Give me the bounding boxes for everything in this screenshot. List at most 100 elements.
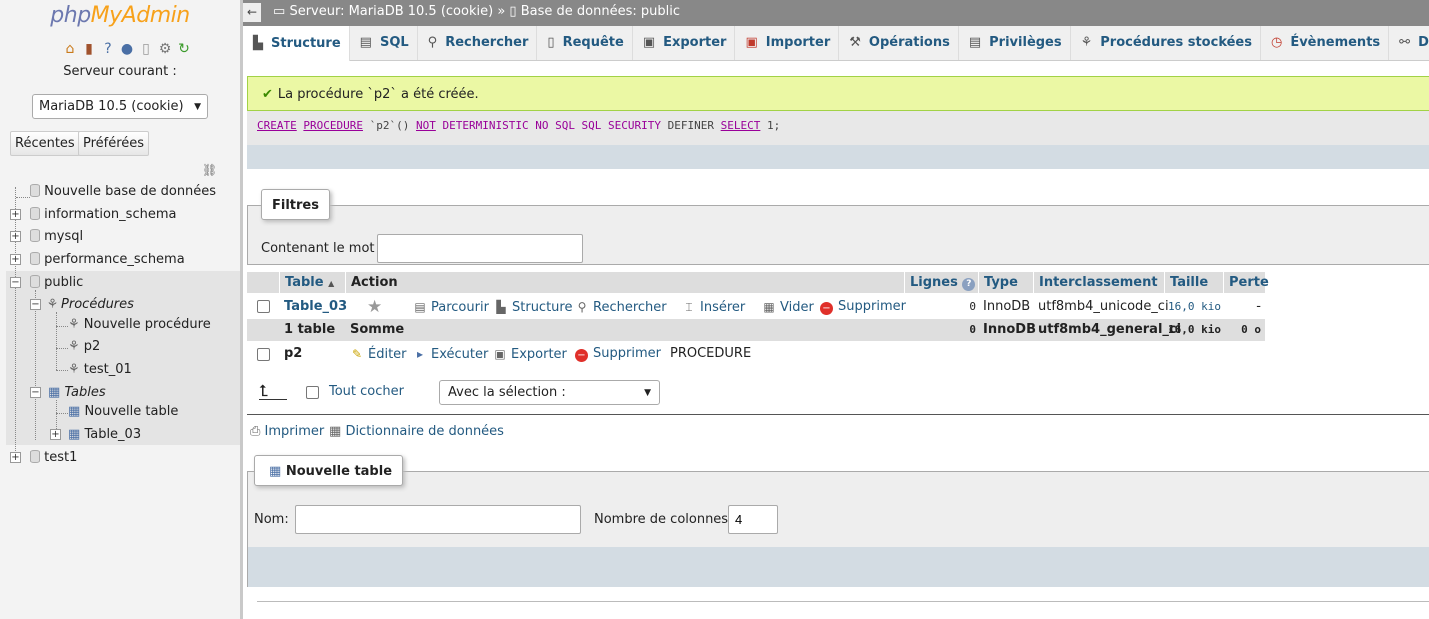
docs-icon[interactable]: ● bbox=[119, 41, 135, 57]
tree-line bbox=[56, 370, 68, 371]
tab-label: Opérations bbox=[868, 35, 950, 50]
sql-keyword[interactable]: PROCEDURE bbox=[303, 119, 363, 132]
drop-label: Supprimer bbox=[593, 346, 661, 361]
columns-count-input[interactable] bbox=[728, 505, 778, 534]
browse-link[interactable]: ▤ Parcourir bbox=[413, 295, 489, 319]
tree-new-table[interactable]: ▦ Nouvelle table bbox=[68, 402, 178, 422]
breadcrumb-server[interactable]: Serveur: MariaDB 10.5 (cookie) bbox=[289, 4, 493, 19]
search-label: Rechercher bbox=[593, 300, 667, 315]
browse-label: Parcourir bbox=[431, 300, 489, 315]
tab-export[interactable]: ▣ Exporter bbox=[633, 26, 736, 60]
page-icon[interactable]: ▯ bbox=[138, 41, 154, 57]
favorite-star-icon[interactable]: ★ bbox=[367, 295, 382, 319]
col-header-type[interactable]: Type bbox=[978, 272, 1033, 293]
col-header-table[interactable]: Table ▲ bbox=[279, 272, 345, 293]
col-header-collation[interactable]: Interclassement bbox=[1033, 272, 1164, 293]
check-all-checkbox[interactable] bbox=[306, 386, 319, 399]
sql-keyword[interactable]: NOT bbox=[416, 119, 436, 132]
expand-icon[interactable]: + bbox=[10, 254, 21, 265]
col-header-overhead[interactable]: Perte bbox=[1223, 272, 1269, 293]
sql-keyword[interactable]: CREATE bbox=[257, 119, 297, 132]
tree-new-database[interactable]: Nouvelle base de données bbox=[30, 182, 216, 202]
logout-icon[interactable]: ▮ bbox=[81, 41, 97, 57]
tab-privileges[interactable]: ▤ Privilèges bbox=[959, 26, 1071, 60]
recent-button[interactable]: Récentes bbox=[10, 131, 80, 156]
expand-icon[interactable]: + bbox=[10, 209, 21, 220]
structure-link[interactable]: ▙ Structure bbox=[494, 295, 572, 319]
expand-icon[interactable]: + bbox=[10, 452, 21, 463]
sql-keyword[interactable]: SELECT bbox=[721, 119, 761, 132]
database-icon: ▯ bbox=[509, 4, 517, 19]
tree-db-mysql[interactable]: mysql bbox=[30, 227, 83, 247]
summary-count: 1 table bbox=[284, 322, 336, 337]
tree-procedures-group[interactable]: ⚘ Procédures bbox=[48, 295, 134, 315]
routine-edit-link[interactable]: ✎ Éditer bbox=[350, 342, 407, 366]
execute-label: Exécuter bbox=[431, 347, 489, 362]
back-arrow-icon[interactable]: ← bbox=[243, 3, 261, 22]
reload-icon[interactable]: ↻ bbox=[176, 41, 192, 57]
summary-collation: utf8mb4_general_ci bbox=[1038, 322, 1182, 337]
structure-icon: ▙ bbox=[496, 300, 506, 314]
col-header-size[interactable]: Taille bbox=[1164, 272, 1223, 293]
tab-label: Exporter bbox=[663, 35, 727, 50]
link-icon[interactable]: ⛓ bbox=[202, 163, 217, 177]
expand-icon[interactable]: + bbox=[50, 429, 61, 440]
breadcrumb-database[interactable]: Base de données: public bbox=[521, 4, 680, 19]
collapse-icon[interactable]: − bbox=[30, 387, 41, 398]
routine-execute-link[interactable]: ▸ Exécuter bbox=[413, 342, 488, 366]
check-all-label[interactable]: Tout cocher bbox=[329, 384, 404, 399]
divider bbox=[247, 414, 1429, 415]
collapse-icon[interactable]: − bbox=[10, 277, 21, 288]
tree-db-performance-schema[interactable]: performance_schema bbox=[30, 250, 185, 270]
tab-import[interactable]: ▣ Importer bbox=[735, 26, 840, 60]
with-selected-select[interactable]: Avec la sélection : ▼ bbox=[439, 380, 660, 405]
filter-input[interactable] bbox=[377, 234, 583, 263]
size-value[interactable]: 16,0 kio bbox=[1168, 295, 1221, 319]
tree-tables-group[interactable]: ▦ Tables bbox=[48, 383, 106, 403]
tree-db-information-schema[interactable]: information_schema bbox=[30, 205, 176, 225]
sql-definer: DEFINER bbox=[667, 119, 715, 132]
tree-table-03[interactable]: ▦ Table_03 bbox=[68, 425, 141, 445]
tree-new-procedure[interactable]: ⚘ Nouvelle procédure bbox=[68, 315, 211, 335]
home-icon[interactable]: ⌂ bbox=[62, 41, 78, 57]
tab-sql[interactable]: ▤ SQL bbox=[350, 26, 418, 60]
database-icon bbox=[30, 229, 40, 242]
tab-operations[interactable]: ⚒ Opérations bbox=[839, 26, 959, 60]
tree-procedure-p2[interactable]: ⚘ p2 bbox=[68, 337, 100, 357]
insert-link[interactable]: ⌶ Insérer bbox=[682, 295, 745, 319]
tree-db-public[interactable]: public bbox=[30, 273, 83, 293]
engine-value: InnoDB bbox=[983, 299, 1031, 314]
tab-search[interactable]: ⚲ Rechercher bbox=[418, 26, 538, 60]
empty-link[interactable]: ▦ Vider bbox=[762, 295, 814, 319]
tab-structure[interactable]: ▙ Structure bbox=[243, 26, 350, 61]
drop-link[interactable]: − Supprimer bbox=[820, 295, 906, 319]
tree-db-test1[interactable]: test1 bbox=[30, 448, 77, 468]
data-dictionary-link[interactable]: ▦ Dictionnaire de données bbox=[329, 424, 504, 439]
tab-routines[interactable]: ⚘ Procédures stockées bbox=[1071, 26, 1261, 60]
phpmyadmin-logo[interactable]: phpMyAdmin bbox=[0, 3, 240, 28]
database-icon bbox=[30, 252, 40, 265]
search-link[interactable]: ⚲ Rechercher bbox=[575, 295, 667, 319]
routine-checkbox[interactable] bbox=[257, 348, 270, 361]
col-header-rows[interactable]: Lignes ? bbox=[904, 272, 978, 293]
table-new-icon: ▦ bbox=[269, 464, 282, 479]
tab-query[interactable]: ▯ Requête bbox=[537, 26, 633, 60]
help-icon[interactable]: ? bbox=[100, 41, 116, 57]
table-name-link[interactable]: Table_03 bbox=[284, 295, 347, 319]
server-select[interactable]: MariaDB 10.5 (cookie) ▼ bbox=[32, 94, 208, 119]
tree-procedure-test-01[interactable]: ⚘ test_01 bbox=[68, 360, 132, 380]
tab-triggers[interactable]: ⚯ Dé bbox=[1389, 26, 1429, 60]
help-icon[interactable]: ? bbox=[962, 278, 976, 291]
expand-icon[interactable]: + bbox=[10, 231, 21, 242]
nav-resizer[interactable] bbox=[240, 0, 243, 619]
routine-drop-link[interactable]: − Supprimer bbox=[575, 342, 661, 366]
collapse-icon[interactable]: − bbox=[30, 299, 41, 310]
print-link[interactable]: ⎙ Imprimer bbox=[250, 424, 324, 439]
favorites-button[interactable]: Préférées bbox=[78, 131, 150, 156]
gear-icon[interactable]: ⚙ bbox=[157, 41, 173, 57]
tab-events[interactable]: ◷ Évènements bbox=[1261, 26, 1390, 60]
new-table-name-input[interactable] bbox=[295, 505, 581, 534]
row-checkbox[interactable] bbox=[257, 300, 270, 313]
routine-export-link[interactable]: ▣ Exporter bbox=[493, 342, 567, 366]
tree-line bbox=[56, 326, 68, 327]
